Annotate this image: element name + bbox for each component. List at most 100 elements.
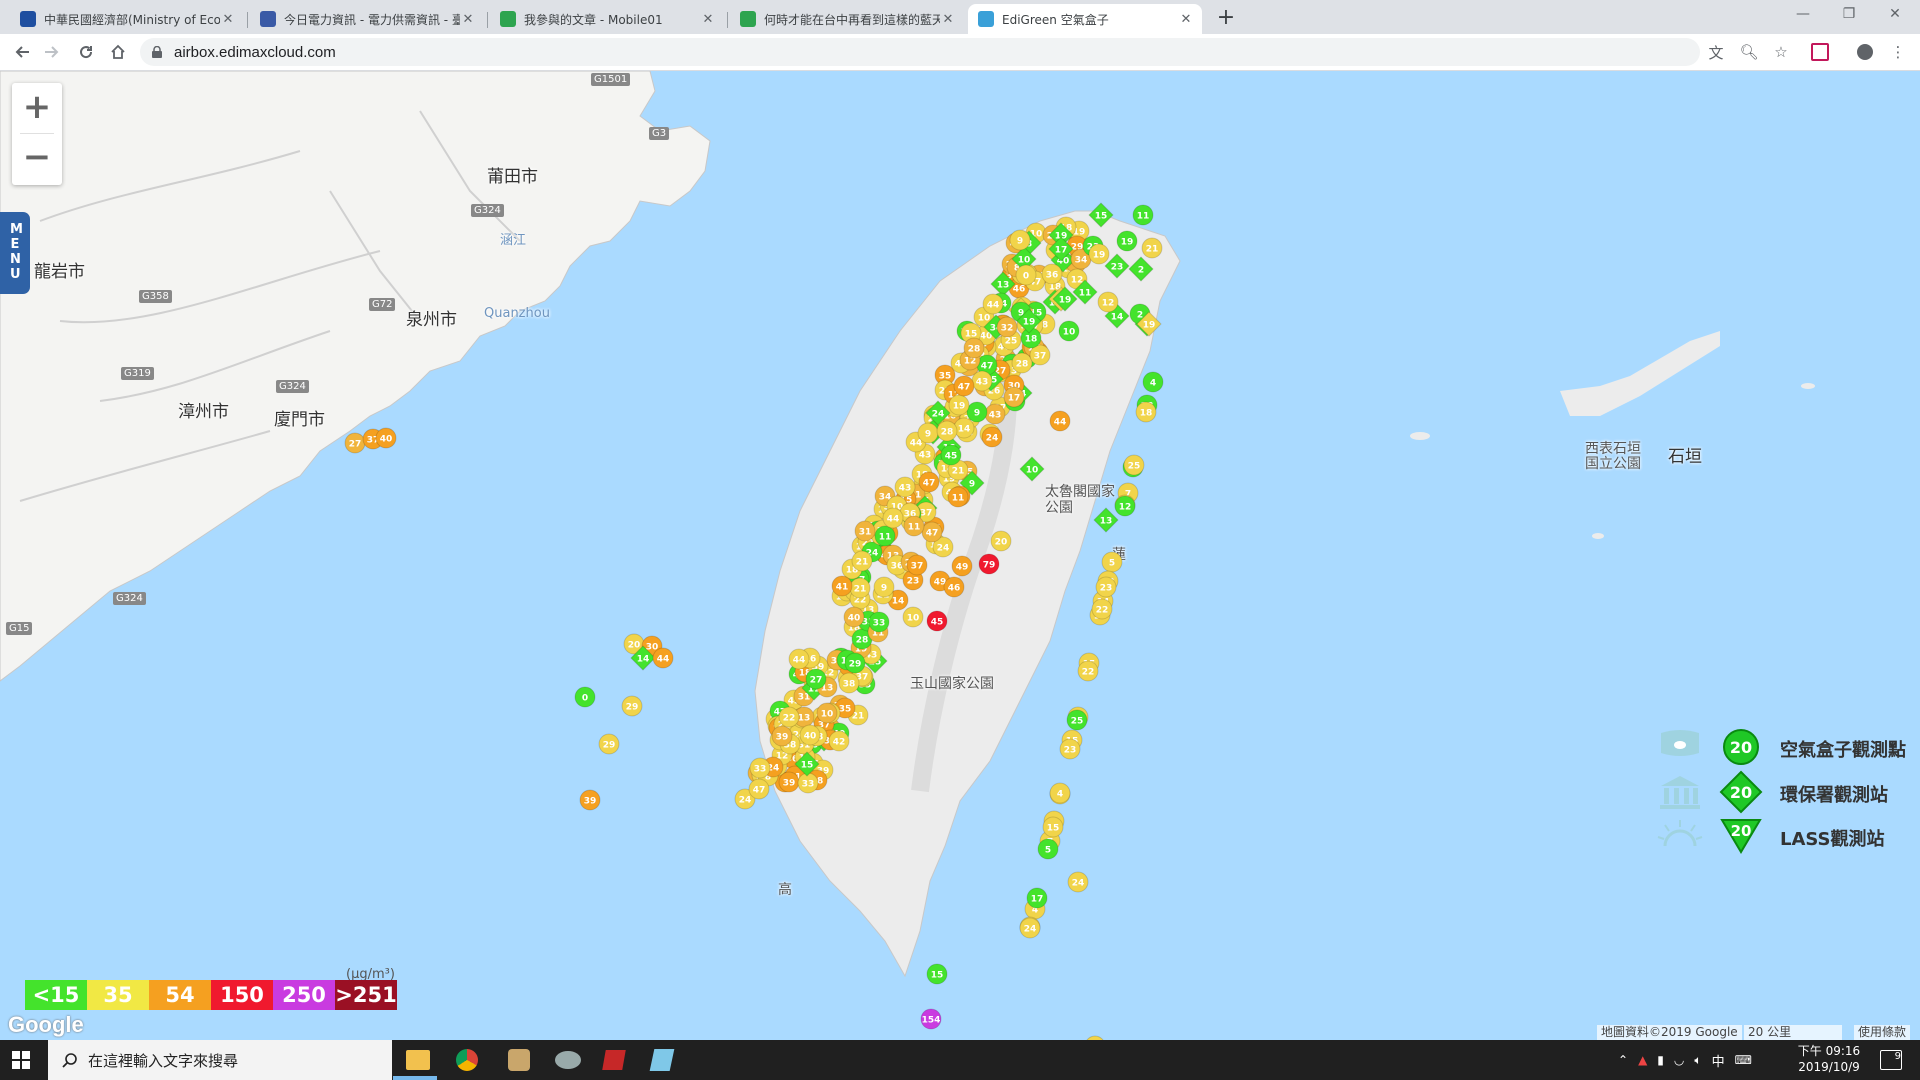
airbox-marker[interactable]: 43 xyxy=(971,370,993,392)
profile-icon[interactable] xyxy=(1855,42,1875,62)
airbox-marker[interactable]: 40 xyxy=(843,606,865,628)
airbox-marker[interactable]: 9 xyxy=(966,401,988,423)
zoom-in-button[interactable]: + xyxy=(12,83,62,133)
security-icon[interactable]: ▲ xyxy=(1638,1053,1647,1067)
airbox-marker[interactable]: 19 xyxy=(948,394,970,416)
speaker-icon[interactable]: 🔈︎ xyxy=(1694,1053,1701,1068)
airbox-marker[interactable]: 28 xyxy=(963,337,985,359)
airbox-marker[interactable]: 47 xyxy=(953,375,975,397)
airbox-marker[interactable]: 154 xyxy=(920,1008,942,1030)
airbox-marker[interactable]: 22 xyxy=(1091,598,1113,620)
tab-5[interactable]: EdiGreen 空氣盒子 ✕ xyxy=(968,4,1202,34)
close-tab-icon[interactable]: ✕ xyxy=(940,12,956,27)
airbox-marker[interactable]: 11 xyxy=(903,515,925,537)
airbox-marker[interactable]: 45 xyxy=(926,610,948,632)
airbox-marker[interactable]: 19 xyxy=(1088,243,1110,265)
tab-4[interactable]: 何時才能在台中再看到這樣的藍天 ✕ xyxy=(730,4,964,34)
airbox-marker[interactable]: 36 xyxy=(1041,263,1063,285)
airbox-marker[interactable]: 40 xyxy=(375,427,397,449)
airbox-marker[interactable]: 29 xyxy=(621,695,643,717)
airbox-marker[interactable]: 15 xyxy=(1042,816,1064,838)
airbox-marker[interactable]: 38 xyxy=(838,672,860,694)
airbox-marker[interactable]: 5 xyxy=(1037,838,1059,860)
air-quality-map[interactable]: 莆田市 龍岩市 泉州市 Quanzhou 漳州市 廈門市 石垣 西表石垣国立公園… xyxy=(0,71,1920,1040)
airbox-marker[interactable]: 10 xyxy=(902,606,924,628)
airbox-marker[interactable]: 39 xyxy=(778,771,800,793)
airbox-marker[interactable]: 11 xyxy=(1132,204,1154,226)
epa-station-marker[interactable]: 2 xyxy=(1128,256,1154,282)
airbox-marker[interactable]: 9 xyxy=(873,576,895,598)
airbox-marker[interactable]: 33 xyxy=(749,757,771,779)
taskbar-search[interactable]: 在這裡輸入文字來搜尋 xyxy=(48,1040,392,1080)
airbox-marker[interactable]: 46 xyxy=(943,576,965,598)
menu-kebab-icon[interactable]: ⋮ xyxy=(1888,42,1908,62)
zoom-out-button[interactable]: − xyxy=(12,133,62,183)
airbox-marker[interactable]: 45 xyxy=(940,444,962,466)
airbox-marker[interactable]: 27 xyxy=(344,432,366,454)
airbox-marker[interactable]: 42 xyxy=(828,730,850,752)
tab-1[interactable]: 中華民國經濟部(Ministry of Econ ✕ xyxy=(10,4,244,34)
chrome-icon[interactable] xyxy=(456,1049,478,1071)
sensor-markers[interactable]: 2524272712341722433811464137468352226433… xyxy=(0,71,1920,1040)
airbox-marker[interactable]: 31 xyxy=(854,520,876,542)
airbox-marker[interactable]: 21 xyxy=(851,550,873,572)
airbox-marker[interactable]: 47 xyxy=(748,778,770,800)
tab-2[interactable]: 今日電力資訊 - 電力供需資訊 - 臺 ✕ xyxy=(250,4,484,34)
airbox-marker[interactable]: 29 xyxy=(598,733,620,755)
zoom-icon[interactable]: 🔍︎ xyxy=(1739,42,1759,62)
home-icon[interactable] xyxy=(106,40,130,64)
airbox-marker[interactable]: 22 xyxy=(778,706,800,728)
close-tab-icon[interactable]: ✕ xyxy=(220,12,236,27)
airbox-marker[interactable]: 28 xyxy=(936,420,958,442)
close-tab-icon[interactable]: ✕ xyxy=(700,12,716,27)
power-icon[interactable]: ▮ xyxy=(1657,1053,1664,1067)
airbox-marker[interactable]: 20 xyxy=(990,530,1012,552)
app-icon[interactable] xyxy=(555,1051,581,1069)
ime-indicator[interactable]: 中 xyxy=(1712,1051,1725,1070)
chevron-up-icon[interactable]: ⌃ xyxy=(1618,1053,1628,1067)
forward-icon[interactable] xyxy=(40,40,64,64)
airbox-marker[interactable]: 28 xyxy=(1011,352,1033,374)
restore-icon[interactable]: ❐ xyxy=(1826,0,1872,30)
airbox-marker[interactable]: 49 xyxy=(951,555,973,577)
epa-station-marker[interactable]: 10 xyxy=(1019,456,1045,482)
tab-3[interactable]: 我參與的文章 - Mobile01 ✕ xyxy=(490,4,724,34)
airbox-marker[interactable]: 23 xyxy=(1059,738,1081,760)
airbox-marker[interactable]: 29 xyxy=(844,652,866,674)
airbox-marker[interactable]: 43 xyxy=(894,476,916,498)
airbox-marker[interactable]: 22 xyxy=(1077,660,1099,682)
notification-icon[interactable]: 9 xyxy=(1880,1050,1902,1070)
wifi-icon[interactable]: ◡ xyxy=(1674,1053,1684,1067)
airbox-marker[interactable]: 0 xyxy=(1015,264,1037,286)
airbox-marker[interactable]: 12 xyxy=(1114,495,1136,517)
file-explorer-icon[interactable] xyxy=(406,1050,430,1070)
airbox-marker[interactable]: 24 xyxy=(981,426,1003,448)
airbox-marker[interactable]: 37 xyxy=(906,554,928,576)
close-window-icon[interactable]: ✕ xyxy=(1872,0,1918,30)
minimize-icon[interactable]: — xyxy=(1780,0,1826,30)
menu-tab[interactable]: MENU xyxy=(0,212,30,294)
airbox-marker[interactable]: 40 xyxy=(799,724,821,746)
airbox-marker[interactable]: 39 xyxy=(579,789,601,811)
windows-start-icon[interactable] xyxy=(12,1051,30,1069)
address-bar[interactable]: airbox.edimaxcloud.com xyxy=(140,38,1700,66)
airbox-marker[interactable]: 24 xyxy=(1067,871,1089,893)
new-tab-button[interactable]: + xyxy=(1213,6,1239,32)
extension-icon[interactable] xyxy=(1810,42,1830,62)
airbox-marker[interactable]: 10 xyxy=(816,702,838,724)
app-icon[interactable] xyxy=(602,1050,626,1070)
airbox-marker[interactable]: 47 xyxy=(918,471,940,493)
airbox-marker[interactable]: 33 xyxy=(797,772,819,794)
airbox-marker[interactable]: 5 xyxy=(1101,551,1123,573)
airbox-marker[interactable]: 12 xyxy=(1097,291,1119,313)
epa-station-marker[interactable]: 13 xyxy=(1093,507,1119,533)
airbox-marker[interactable]: 4 xyxy=(1142,371,1164,393)
airbox-marker[interactable]: 11 xyxy=(947,486,969,508)
airbox-marker[interactable]: 19 xyxy=(1116,230,1138,252)
close-tab-icon[interactable]: ✕ xyxy=(1178,12,1194,27)
airbox-marker[interactable]: 44 xyxy=(982,293,1004,315)
app-icon[interactable] xyxy=(649,1049,675,1071)
airbox-marker[interactable]: 11 xyxy=(874,525,896,547)
airbox-marker[interactable]: 10 xyxy=(1058,320,1080,342)
airbox-marker[interactable]: 44 xyxy=(652,647,674,669)
